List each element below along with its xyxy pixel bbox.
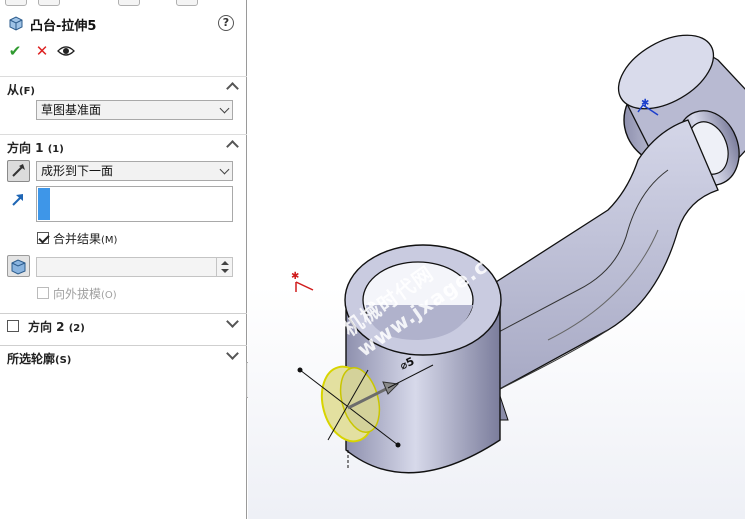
merge-result-checkbox[interactable] [37,232,49,244]
ok-button[interactable]: ✔ [6,42,24,60]
expand-chevron-icon[interactable] [226,315,239,328]
collapse-chevron-icon[interactable] [226,82,239,95]
end-condition-select[interactable]: 成形到下一面 [36,161,233,181]
draft-icon [11,259,26,275]
property-manager-tab[interactable] [38,0,60,6]
direction1-hotkey: (1) [47,144,64,155]
collapse-chevron-icon[interactable] [226,140,239,153]
direction-vector-icon [12,194,23,206]
display-manager-tab[interactable] [176,0,198,6]
feature-title: 凸台-拉伸5 [30,19,97,34]
direction2-title: 方向 2 [28,320,65,334]
action-buttons: ✔ ✕ [6,42,106,60]
expand-chevron-icon[interactable] [226,347,239,360]
from-hotkey: (F) [19,86,35,97]
selection-focus-bar [38,188,50,220]
boss-extrude-icon [9,16,23,31]
direction2-hotkey: (2) [68,323,85,334]
end-condition-value: 成形到下一面 [41,164,114,178]
direction1-title: 方向 1 [7,141,44,155]
config-manager-tab[interactable] [118,0,140,6]
contours-hotkey: (S) [55,355,72,366]
merge-result-label: 合并结果 [53,232,102,246]
draft-toggle-button[interactable] [7,255,30,277]
draft-outward-hotkey: (O) [101,290,117,301]
draft-outward-checkbox[interactable] [37,287,49,299]
manager-tabs [0,0,247,6]
draft-outward-label: 向外拔模 [53,287,102,301]
svg-text:✱: ✱ [291,271,299,282]
preview-eye-icon[interactable] [57,42,75,60]
graphics-area[interactable]: ✱ ✱ ⌀5 机械时代网 www.jxage.com [248,0,745,519]
spin-down-icon[interactable] [221,269,229,273]
direction2-group-header[interactable]: 方向 2 (2) [0,313,247,335]
from-select-value: 草图基准面 [41,103,102,117]
direction2-checkbox[interactable] [7,320,19,332]
feature-title-row: 凸台-拉伸5 ? [0,12,247,34]
property-manager: 凸台-拉伸5 ? ✔ ✕ 从(F) 草图基准面 方向 1 (1) 成形到下一面 [0,0,247,519]
contours-title: 所选轮廓 [7,352,56,366]
spin-arrows[interactable] [216,258,232,276]
help-icon[interactable]: ? [218,15,234,31]
dropdown-caret-icon [219,164,230,175]
direction1-group-header[interactable]: 方向 1 (1) [0,134,247,156]
reverse-direction-button[interactable] [7,160,30,182]
from-group-header[interactable]: 从(F) [0,76,247,98]
cancel-button[interactable]: ✕ [33,42,51,60]
from-select[interactable]: 草图基准面 [36,100,233,120]
contours-group-header[interactable]: 所选轮廓(S) [0,345,247,367]
spin-up-icon[interactable] [221,261,229,265]
svg-text:✱: ✱ [641,98,649,109]
draft-angle-input[interactable] [36,257,233,277]
feature-manager-tab[interactable] [5,0,27,6]
merge-result-hotkey: (M) [101,235,118,246]
direction-selection-box[interactable] [36,186,233,222]
triad-red [295,281,314,291]
from-title: 从 [7,83,20,97]
reverse-direction-icon [12,164,25,177]
dropdown-caret-icon [219,103,230,114]
